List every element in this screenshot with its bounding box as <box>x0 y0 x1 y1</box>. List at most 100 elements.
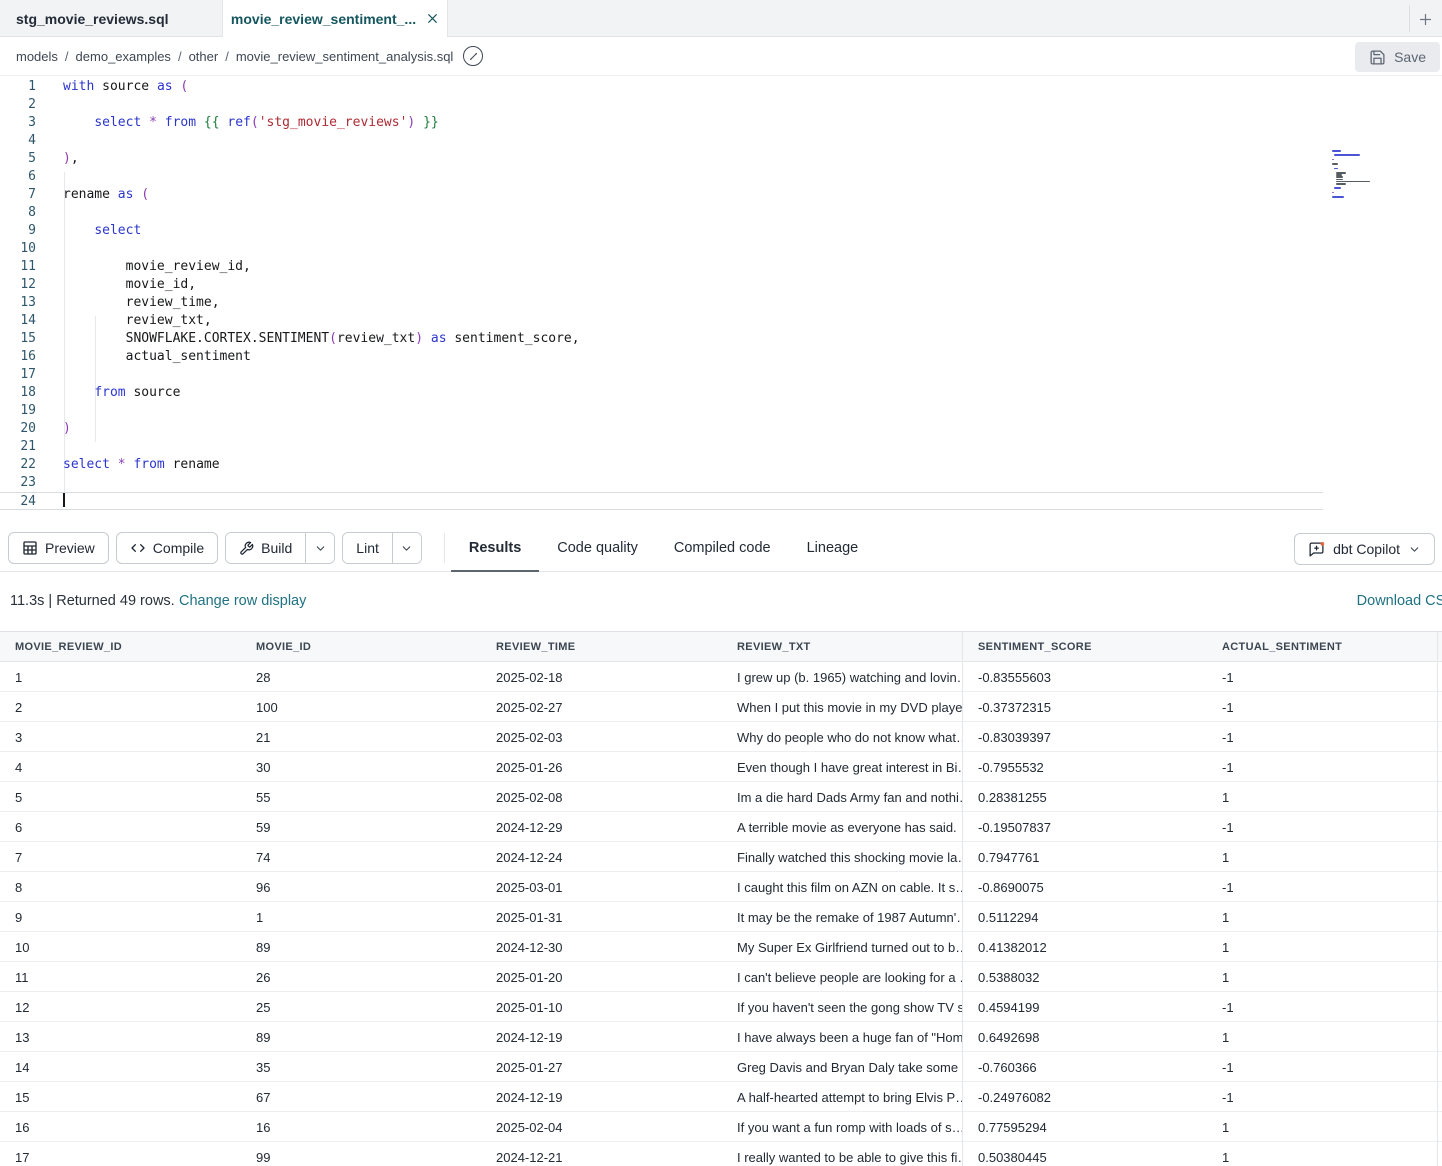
code-line: 7rename as ( <box>0 186 1323 204</box>
tab-movie-review-sentiment[interactable]: movie_review_sentiment_... <box>223 0 448 37</box>
line-number: 18 <box>0 384 36 402</box>
table-row: 13892024-12-19I have always been a huge … <box>0 1022 1442 1052</box>
code-line: 17 <box>0 366 1323 384</box>
line-number: 4 <box>0 132 36 150</box>
code-line-content: SNOWFLAKE.CORTEX.SENTIMENT(review_txt) a… <box>36 330 580 348</box>
cell-review_txt: I caught this film on AZN on cable. It s… <box>722 872 963 902</box>
tab-stg-movie-reviews[interactable]: stg_movie_reviews.sql <box>0 0 223 37</box>
review-text: If you want a fun romp with loads of s… <box>737 1120 963 1135</box>
cell-review_time: 2025-02-08 <box>481 790 722 805</box>
table-row: 6592024-12-29A terrible movie as everyon… <box>0 812 1442 842</box>
line-number: 17 <box>0 366 36 384</box>
save-button[interactable]: Save <box>1355 42 1440 72</box>
minimap-line <box>1336 176 1343 178</box>
breadcrumb-part-other[interactable]: other <box>189 49 219 64</box>
column-header-movie_id: MOVIE_ID <box>241 641 481 653</box>
cell-movie_review_id: 12 <box>0 1000 241 1015</box>
lint-dropdown-button[interactable] <box>392 533 421 563</box>
lint-split-button: Lint <box>342 532 422 564</box>
code-line: 11 movie_review_id, <box>0 258 1323 276</box>
table-header-row: MOVIE_REVIEW_IDMOVIE_IDREVIEW_TIMEREVIEW… <box>0 632 1442 662</box>
new-tab-button[interactable] <box>1412 6 1438 32</box>
code-line-content <box>36 493 65 509</box>
review-text: It may be the remake of 1987 Autumn'… <box>737 910 963 925</box>
cell-actual_sentiment: -1 <box>1207 760 1437 775</box>
cell-actual_sentiment: -1 <box>1207 820 1437 835</box>
code-line-content <box>36 402 63 420</box>
code-line: 6 <box>0 168 1323 186</box>
preview-grid-icon <box>22 540 38 556</box>
line-number: 22 <box>0 456 36 474</box>
code-line-content: review_time, <box>36 294 220 312</box>
cell-actual_sentiment: -1 <box>1207 880 1437 895</box>
cell-review_txt: I really wanted to be able to give this … <box>722 1142 963 1166</box>
cell-actual_sentiment: -1 <box>1207 1000 1437 1015</box>
code-line-content: movie_id, <box>36 276 196 294</box>
cell-sentiment_score: -0.83555603 <box>963 670 1207 685</box>
build-wrench-icon <box>239 541 254 556</box>
result-tab-lineage[interactable]: Lineage <box>789 525 877 572</box>
table-row: 21002025-02-27When I put this movie in m… <box>0 692 1442 722</box>
close-tab-icon[interactable] <box>426 12 439 25</box>
code-line-content: rename as ( <box>36 186 149 204</box>
plus-icon <box>1418 12 1433 27</box>
build-dropdown-button[interactable] <box>305 533 334 563</box>
download-csv-link[interactable]: Download CSV <box>1357 593 1442 609</box>
save-icon <box>1369 49 1386 66</box>
preview-button[interactable]: Preview <box>8 532 109 564</box>
cell-actual_sentiment: -1 <box>1207 730 1437 745</box>
cell-sentiment_score: -0.760366 <box>963 1060 1207 1075</box>
preview-button-label: Preview <box>45 540 95 556</box>
result-tab-results[interactable]: Results <box>451 525 539 572</box>
code-line: 9 select <box>0 222 1323 240</box>
cell-actual_sentiment: -1 <box>1207 670 1437 685</box>
code-line-content: actual_sentiment <box>36 348 251 366</box>
code-line-content <box>36 96 63 114</box>
results-table: MOVIE_REVIEW_IDMOVIE_IDREVIEW_TIMEREVIEW… <box>0 631 1442 1166</box>
review-text: I grew up (b. 1965) watching and lovin… <box>737 670 963 685</box>
copilot-badge-icon[interactable] <box>463 46 483 66</box>
line-number: 9 <box>0 222 36 240</box>
cell-movie_review_id: 9 <box>0 910 241 925</box>
lint-button[interactable]: Lint <box>343 533 392 563</box>
line-number: 23 <box>0 474 36 492</box>
code-line: 19 <box>0 402 1323 420</box>
line-number: 16 <box>0 348 36 366</box>
dbt-copilot-button[interactable]: dbt Copilot <box>1294 533 1435 565</box>
cell-sentiment_score: 0.5388032 <box>963 970 1207 985</box>
cell-review_txt: Even though I have great interest in Bi… <box>722 752 963 782</box>
line-number: 11 <box>0 258 36 276</box>
table-body: 1282025-02-18I grew up (b. 1965) watchin… <box>0 662 1442 1166</box>
line-number: 21 <box>0 438 36 456</box>
code-line-content <box>36 474 63 492</box>
cell-sentiment_score: 0.5112294 <box>963 910 1207 925</box>
breadcrumb-part-demo-examples[interactable]: demo_examples <box>76 49 171 64</box>
build-button-label: Build <box>261 540 292 556</box>
build-button[interactable]: Build <box>226 533 305 563</box>
cell-review_txt: I have always been a huge fan of "Hom… <box>722 1022 963 1052</box>
table-row: 12252025-01-10If you haven't seen the go… <box>0 992 1442 1022</box>
cell-review_time: 2025-03-01 <box>481 880 722 895</box>
cell-review_time: 2025-02-27 <box>481 700 722 715</box>
compile-button[interactable]: Compile <box>116 532 218 564</box>
change-row-display-link[interactable]: Change row display <box>179 593 306 609</box>
code-line-content <box>36 132 63 150</box>
code-editor[interactable]: 1with source as (23 select * from {{ ref… <box>0 76 1442 525</box>
line-number: 14 <box>0 312 36 330</box>
result-tab-code-quality[interactable]: Code quality <box>539 525 656 572</box>
cell-movie_review_id: 10 <box>0 940 241 955</box>
result-tab-compiled-code[interactable]: Compiled code <box>656 525 789 572</box>
code-lines: 1with source as (23 select * from {{ ref… <box>0 78 1323 510</box>
code-line-content: select <box>36 222 141 240</box>
table-right-column-divider <box>1437 632 1438 1166</box>
cell-sentiment_score: 0.41382012 <box>963 940 1207 955</box>
cell-sentiment_score: -0.24976082 <box>963 1090 1207 1105</box>
code-line: 4 <box>0 132 1323 150</box>
cell-actual_sentiment: 1 <box>1207 1150 1437 1165</box>
breadcrumb: models / demo_examples / other / movie_r… <box>16 46 483 66</box>
code-line: 24 <box>0 492 1323 510</box>
table-row: 1282025-02-18I grew up (b. 1965) watchin… <box>0 662 1442 692</box>
tab-label: movie_review_sentiment_... <box>231 11 416 27</box>
code-line: 13 review_time, <box>0 294 1323 312</box>
breadcrumb-part-models[interactable]: models <box>16 49 58 64</box>
